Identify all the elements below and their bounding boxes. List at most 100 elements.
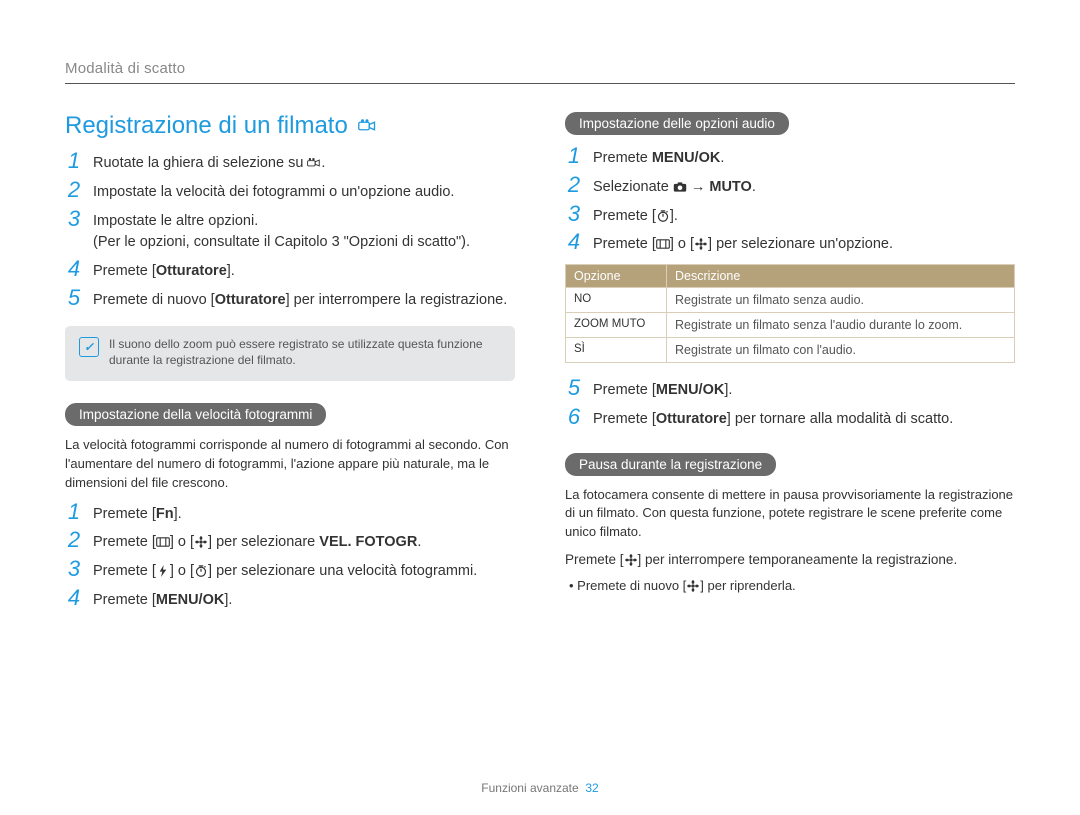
video-icon (358, 119, 376, 133)
step-number: 5 (565, 377, 583, 399)
pause-intro: La fotocamera consente di mettere in pau… (565, 486, 1015, 543)
step-text: Ruotate la ghiera di selezione su . (93, 150, 325, 175)
table-cell-option: ZOOM MUTO (566, 313, 667, 338)
step-number: 1 (65, 150, 83, 172)
footer-section: Funzioni avanzate (481, 781, 578, 795)
step-number: 3 (65, 558, 83, 580)
step: 1 Ruotate la ghiera di selezione su . (65, 150, 515, 175)
table-row: SÌRegistrate un filmato con l'audio. (566, 338, 1015, 363)
main-steps: 1 Ruotate la ghiera di selezione su . 2 Imp… (65, 150, 515, 312)
divider (65, 83, 1015, 84)
flower-icon (686, 580, 700, 592)
note-box: ✓ Il suono dello zoom può essere registr… (65, 326, 515, 382)
step-number: 5 (65, 287, 83, 309)
step-text: Premete [Otturatore] per tornare alla mo… (593, 406, 953, 431)
audio-options-table: Opzione Descrizione NORegistrate un film… (565, 264, 1015, 363)
step-text: Selezionate → MUTO. (593, 174, 756, 199)
table-cell-desc: Registrate un filmato senza l'audio dura… (667, 313, 1015, 338)
flower-icon (194, 536, 208, 548)
step: 3 Impostate le altre opzioni.(Per le opzi… (65, 208, 515, 255)
step-text: Premete [MENU/OK]. (93, 587, 232, 612)
step-text: Premete [] o [] per selezionare un'opzio… (593, 231, 893, 256)
step-number: 1 (565, 145, 583, 167)
subsection-heading-framerate: Impostazione della velocità fotogrammi (65, 403, 326, 426)
timer-icon (656, 210, 670, 222)
step: 4 Premete [Otturatore]. (65, 258, 515, 283)
step-number: 6 (565, 406, 583, 428)
note-text: Il suono dello zoom può essere registrat… (109, 336, 501, 370)
bold-text: Fn (156, 506, 174, 522)
step-text: Premete [Otturatore]. (93, 258, 235, 283)
step: 4 Premete [MENU/OK]. (65, 587, 515, 612)
step: 2Premete [] o [] per selezionare VEL. FO… (65, 529, 515, 554)
table-header-option: Opzione (566, 265, 667, 288)
bold-text: MENU/OK (652, 150, 720, 166)
step-number: 4 (565, 231, 583, 253)
flower-icon (624, 554, 638, 566)
flower-icon (694, 238, 708, 250)
step: 5 Premete di nuovo [Otturatore] per inter… (65, 287, 515, 312)
footer-page: 32 (585, 781, 598, 795)
step: 2 Selezionate → MUTO. (565, 174, 1015, 199)
step-number: 4 (65, 258, 83, 280)
left-column: Registrazione di un filmato 1 Ruotate la … (65, 112, 515, 616)
table-body: NORegistrate un filmato senza audio.ZOOM… (566, 288, 1015, 363)
disp-icon (656, 238, 670, 250)
camera-icon (673, 181, 687, 193)
bold-text: Otturatore (656, 411, 727, 427)
step-text: Premete [] o [] per selezionare VEL. FOT… (93, 529, 421, 554)
step: 1 Premete [Fn]. (65, 501, 515, 526)
video-icon (307, 157, 321, 169)
timer-icon (194, 565, 208, 577)
pause-instruction: Premete [] per interrompere temporaneame… (565, 550, 1015, 570)
audio-steps-2: 5 Premete [MENU/OK]. 6 Premete [Otturatore]… (565, 377, 1015, 431)
step-text: Premete [Fn]. (93, 501, 182, 526)
breadcrumb: Modalità di scatto (65, 60, 1015, 77)
step: 1 Premete MENU/OK. (565, 145, 1015, 170)
step-text: Premete di nuovo [Otturatore] per interr… (93, 287, 507, 312)
page-title-text: Registrazione di un filmato (65, 112, 348, 140)
step-text: Premete [MENU/OK]. (593, 377, 732, 402)
subsection-heading-pause: Pausa durante la registrazione (565, 453, 776, 476)
step-text: Premete []. (593, 203, 678, 228)
step-number: 3 (65, 208, 83, 230)
disp-icon (156, 536, 170, 548)
step-number: 2 (65, 179, 83, 201)
bold-text: MENU/OK (156, 592, 224, 608)
pause-bullet: • Premete di nuovo [] per riprenderla. (565, 578, 1015, 593)
bold-text: VEL. FOTOGR (319, 534, 417, 550)
bold-text: MENU/OK (656, 382, 724, 398)
table-row: ZOOM MUTORegistrate un filmato senza l'a… (566, 313, 1015, 338)
step: 3 Premete [] o [] per selezionare una vel… (65, 558, 515, 583)
step-text: Premete [] o [] per selezionare una velo… (93, 558, 477, 583)
step-text: Impostate le altre opzioni.(Per le opzio… (93, 208, 470, 255)
step-number: 3 (565, 203, 583, 225)
step: 5 Premete [MENU/OK]. (565, 377, 1015, 402)
bold-text: MUTO (709, 179, 751, 195)
step-number: 2 (565, 174, 583, 196)
flash-icon (156, 565, 170, 577)
footer: Funzioni avanzate 32 (0, 781, 1080, 795)
step-number: 1 (65, 501, 83, 523)
audio-steps: 1 Premete MENU/OK. 2 Selezionate → MUTO. 3 Pr… (565, 145, 1015, 256)
right-column: Impostazione delle opzioni audio 1Premet… (565, 112, 1015, 616)
page-title: Registrazione di un filmato (65, 112, 515, 140)
step: 3 Premete []. (565, 203, 1015, 228)
framerate-steps: 1 Premete [Fn]. 2Premete [] o [] per selez… (65, 501, 515, 612)
table-row: NORegistrate un filmato senza audio. (566, 288, 1015, 313)
bold-text: Otturatore (156, 263, 227, 279)
table-cell-option: NO (566, 288, 667, 313)
info-icon: ✓ (79, 337, 99, 357)
step-text: Impostate la velocità dei fotogrammi o u… (93, 179, 454, 204)
table-cell-option: SÌ (566, 338, 667, 363)
step-text: Premete MENU/OK. (593, 145, 724, 170)
step: 4 Premete [] o [] per selezionare un'opzi… (565, 231, 1015, 256)
framerate-intro: La velocità fotogrammi corrisponde al nu… (65, 436, 515, 493)
bold-text: Otturatore (215, 292, 286, 308)
table-cell-desc: Registrate un filmato senza audio. (667, 288, 1015, 313)
step: 6 Premete [Otturatore] per tornare alla m… (565, 406, 1015, 431)
step: 2 Impostate la velocità dei fotogrammi o … (65, 179, 515, 204)
table-header-desc: Descrizione (667, 265, 1015, 288)
step-number: 4 (65, 587, 83, 609)
table-cell-desc: Registrate un filmato con l'audio. (667, 338, 1015, 363)
